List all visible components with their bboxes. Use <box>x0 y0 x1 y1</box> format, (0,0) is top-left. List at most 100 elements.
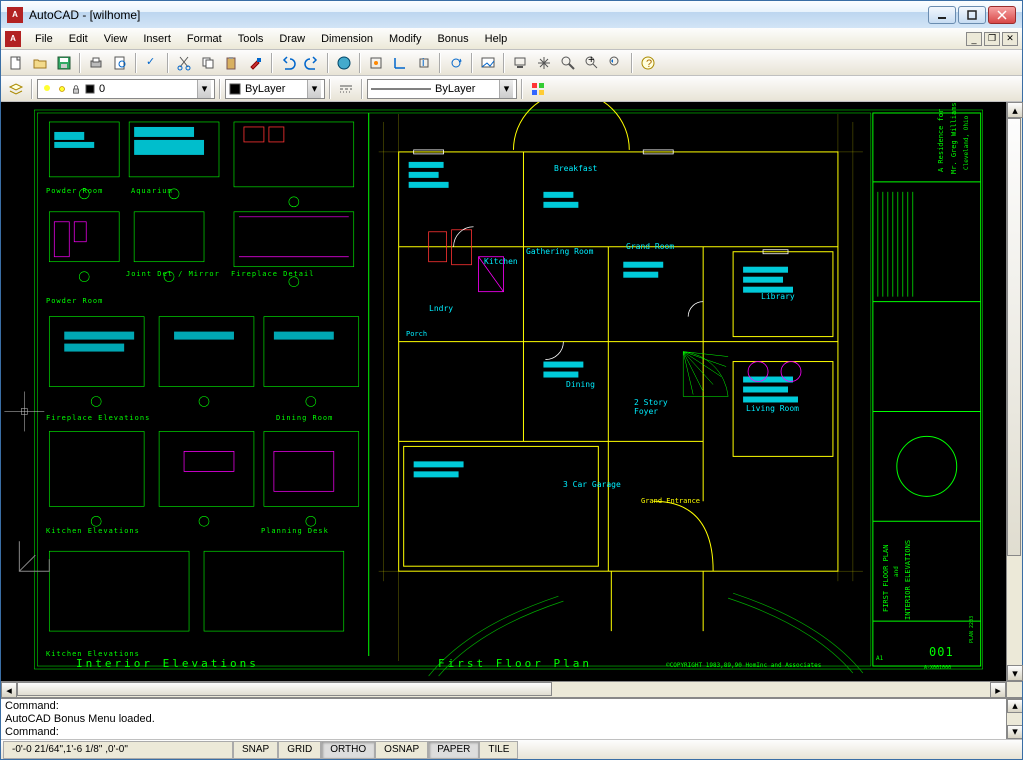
color-swatch-icon <box>85 83 95 95</box>
make-layer-button[interactable] <box>5 78 27 100</box>
cmd-scroll-up-button[interactable]: ▴ <box>1007 699 1022 713</box>
properties-toolbar: 0 ▾ ByLayer ▾ ByLayer ▾ <box>1 76 1022 102</box>
color-dropdown[interactable]: ByLayer ▾ <box>225 79 325 99</box>
close-button[interactable] <box>988 6 1016 24</box>
document-icon[interactable]: A <box>5 31 21 47</box>
zoom-realtime-button[interactable] <box>557 52 579 74</box>
menu-edit[interactable]: Edit <box>61 30 96 48</box>
save-button[interactable] <box>53 52 75 74</box>
linetype-dropdown[interactable]: ByLayer ▾ <box>367 79 517 99</box>
aerial-view-button[interactable] <box>477 52 499 74</box>
menu-insert[interactable]: Insert <box>135 30 179 48</box>
zoom-window-button[interactable]: + <box>581 52 603 74</box>
app-frame: A File Edit View Insert Format Tools Dra… <box>0 28 1023 760</box>
match-properties-button[interactable] <box>245 52 267 74</box>
mode-paper[interactable]: PAPER <box>428 741 479 759</box>
room-gathering: Gathering Room <box>526 247 593 256</box>
room-grand-entrance: Grand Entrance <box>641 497 700 505</box>
viewport-area: Powder Room Aquarium Joint Det / Mirror … <box>1 102 1022 697</box>
open-button[interactable] <box>29 52 51 74</box>
mdi-minimize-button[interactable]: _ <box>966 32 982 46</box>
menu-tools[interactable]: Tools <box>230 30 272 48</box>
room-grand-room: Grand Room <box>626 242 674 251</box>
sheet-number: 001 <box>929 645 954 659</box>
lightbulb-icon <box>41 83 53 95</box>
cut-button[interactable] <box>173 52 195 74</box>
inquiry-button[interactable]: i <box>413 52 435 74</box>
command-window[interactable]: Command: AutoCAD Bonus Menu loaded. Comm… <box>1 697 1022 739</box>
room-living: Living Room <box>746 404 799 413</box>
scroll-left-button[interactable]: ◂ <box>1 682 17 698</box>
svg-text:✓: ✓ <box>146 56 155 68</box>
cmd-scroll-down-button[interactable]: ▾ <box>1007 725 1022 739</box>
coords-cell: -0'-0 21/64",1'-6 1/8" ,0'-0" <box>3 741 233 759</box>
properties-button[interactable] <box>527 78 549 100</box>
zoom-previous-button[interactable] <box>605 52 627 74</box>
menu-modify[interactable]: Modify <box>381 30 429 48</box>
titleblock-sheet-title2: INTERIOR ELEVATIONS <box>904 540 912 620</box>
mdi-restore-button[interactable]: ❐ <box>984 32 1000 46</box>
chevron-down-icon: ▾ <box>307 80 321 98</box>
sheet-ref: A-X001000 <box>924 665 951 671</box>
copy-button[interactable] <box>197 52 219 74</box>
command-history-2: AutoCAD Bonus Menu loaded. <box>5 713 1002 726</box>
menu-file[interactable]: File <box>27 30 61 48</box>
room-foyer: 2 Story Foyer <box>634 398 668 416</box>
autocad-app-icon: A <box>7 7 23 23</box>
titleblock-line3: Cleveland, Ohio <box>963 116 970 170</box>
mode-ortho[interactable]: ORTHO <box>321 741 375 759</box>
mode-osnap[interactable]: OSNAP <box>375 741 428 759</box>
maximize-button[interactable] <box>958 6 986 24</box>
print-button[interactable] <box>85 52 107 74</box>
drawing-viewport[interactable]: Powder Room Aquarium Joint Det / Mirror … <box>1 102 1006 681</box>
layer-name: 0 <box>99 83 105 95</box>
label-kitchen-elev: Kitchen Elevations <box>46 527 140 535</box>
left-sheet-title: Interior Elevations <box>76 657 259 670</box>
layer-dropdown[interactable]: 0 ▾ <box>37 79 215 99</box>
window-title: AutoCAD - [wilhome] <box>29 8 928 22</box>
new-button[interactable] <box>5 52 27 74</box>
mode-snap[interactable]: SNAP <box>233 741 278 759</box>
named-views-button[interactable] <box>509 52 531 74</box>
room-dining: Dining <box>566 380 595 389</box>
command-history-1: Command: <box>5 700 1002 713</box>
undo-button[interactable] <box>277 52 299 74</box>
menu-format[interactable]: Format <box>179 30 230 48</box>
mode-tile[interactable]: TILE <box>479 741 518 759</box>
help-button[interactable]: ? <box>637 52 659 74</box>
titleblock-line1: A Residence for <box>937 109 945 172</box>
sun-icon <box>57 83 67 95</box>
spell-button[interactable]: ✓ <box>141 52 163 74</box>
osnap-settings-button[interactable] <box>365 52 387 74</box>
standard-toolbar: ✓ i + ? <box>1 50 1022 76</box>
status-bar: -0'-0 21/64",1'-6 1/8" ,0'-0" SNAP GRID … <box>1 739 1022 759</box>
redraw-button[interactable] <box>445 52 467 74</box>
svg-text:i: i <box>422 57 424 69</box>
menu-help[interactable]: Help <box>477 30 516 48</box>
linetype-button[interactable] <box>335 78 357 100</box>
scroll-right-button[interactable]: ▸ <box>990 682 1006 698</box>
print-preview-button[interactable] <box>109 52 131 74</box>
mdi-close-button[interactable]: ✕ <box>1002 32 1018 46</box>
paste-button[interactable] <box>221 52 243 74</box>
minimize-button[interactable] <box>928 6 956 24</box>
room-kitchen: Kitchen <box>484 257 518 266</box>
color-value: ByLayer <box>245 83 285 95</box>
launch-browser-button[interactable] <box>333 52 355 74</box>
menu-bonus[interactable]: Bonus <box>429 30 476 48</box>
menu-view[interactable]: View <box>96 30 136 48</box>
linetype-value: ByLayer <box>435 83 475 95</box>
horizontal-scrollbar[interactable]: ◂ ▸ <box>1 681 1022 697</box>
redo-button[interactable] <box>301 52 323 74</box>
command-prompt: Command: <box>5 726 1002 739</box>
mode-grid[interactable]: GRID <box>278 741 321 759</box>
pan-button[interactable] <box>533 52 555 74</box>
titleblock-sheet-title: FIRST FLOOR PLAN <box>882 545 890 612</box>
menu-draw[interactable]: Draw <box>271 30 313 48</box>
ucs-button[interactable] <box>389 52 411 74</box>
scroll-up-button[interactable]: ▴ <box>1007 102 1023 118</box>
scroll-down-button[interactable]: ▾ <box>1007 665 1023 681</box>
right-sheet-title: First Floor Plan <box>438 657 592 670</box>
menu-dimension[interactable]: Dimension <box>313 30 381 48</box>
vertical-scrollbar[interactable]: ▴ ▾ <box>1006 102 1022 681</box>
